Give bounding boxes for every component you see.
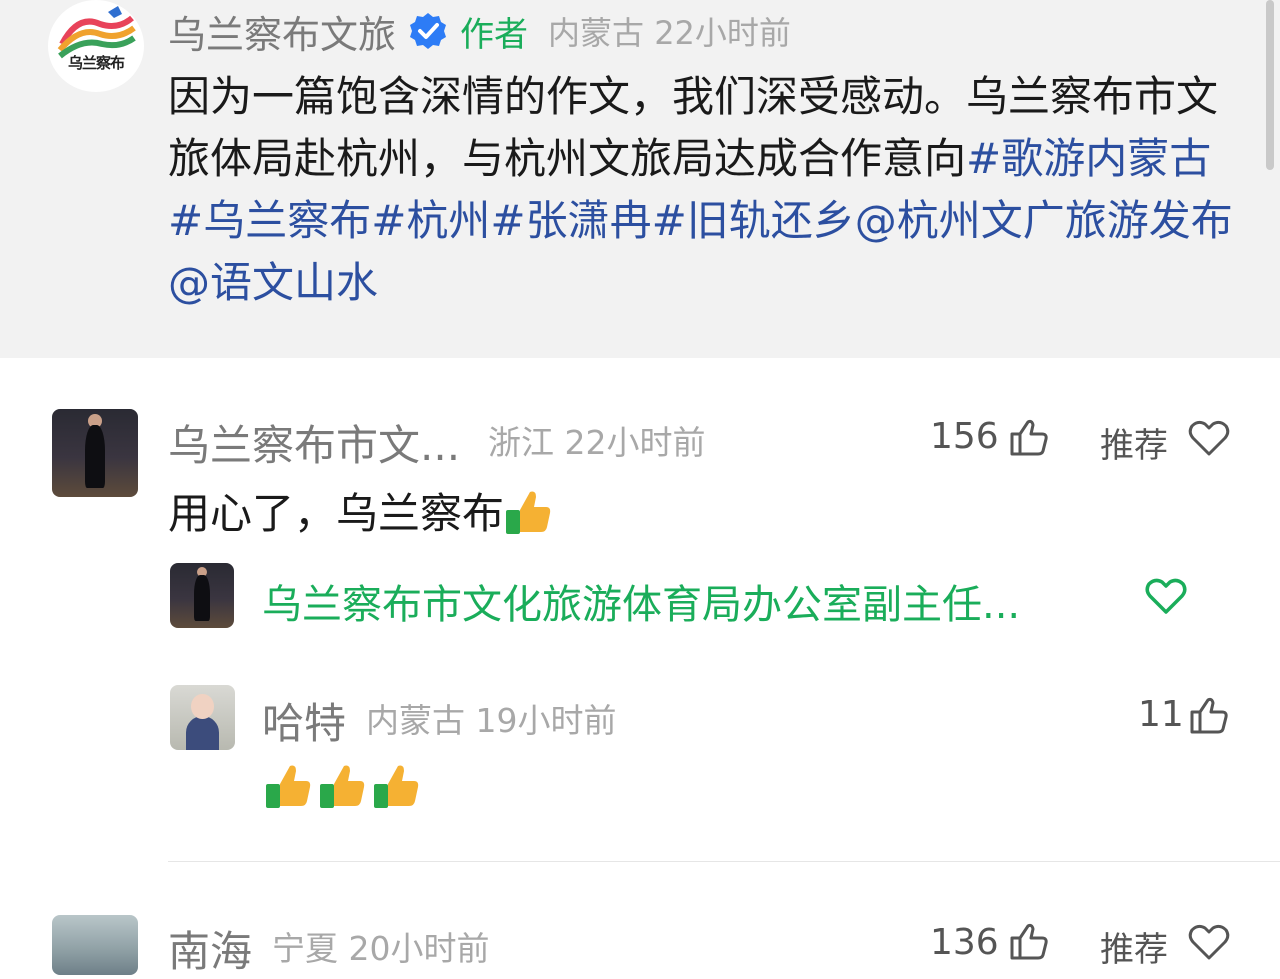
thumbs-up-icon[interactable] [1188, 694, 1230, 736]
author-avatar[interactable]: 乌兰察布 [48, 0, 144, 92]
like-count: 156 [930, 416, 999, 457]
logo-label: 乌兰察布 [67, 54, 125, 72]
comment-text [264, 762, 420, 810]
thumbs-up-emoji [506, 491, 551, 534]
author-header: 乌兰察布文旅 作者 内蒙古 22小时前 [168, 4, 791, 59]
thumbs-up-emoji [374, 765, 419, 808]
scrollbar[interactable] [1266, 0, 1274, 170]
comment-avatar[interactable] [52, 915, 138, 975]
reply-avatar[interactable] [170, 563, 234, 628]
post-text: 因为一篇饱含深情的作文，我们深受感动。乌兰察布市文旅体局赴杭州，与杭州文旅局达成… [168, 66, 1238, 314]
comment-author-name[interactable]: 哈特 [262, 690, 346, 751]
recommend-label[interactable]: 推荐 [1100, 922, 1168, 971]
author-name[interactable]: 乌兰察布文旅 [168, 4, 396, 59]
comment-text-content: 用心了，乌兰察布 [168, 489, 505, 538]
comment-meta: 内蒙古 19小时前 [366, 701, 617, 740]
thumbs-up-icon[interactable] [1008, 416, 1050, 458]
reply-preview[interactable]: 乌兰察布市文化旅游体育局办公室副主任... [262, 572, 1020, 630]
thumbs-up-emoji [320, 765, 365, 808]
comment-text: 用心了，乌兰察布 [168, 480, 552, 541]
comment-meta: 浙江 22小时前 [488, 423, 706, 462]
comment-author-name[interactable]: 南海 [168, 918, 252, 979]
comment-meta: 宁夏 20小时前 [272, 929, 490, 968]
author-post: 乌兰察布 乌兰察布文旅 作者 内蒙古 22小时前 因为一篇饱含深情的作文，我们深… [0, 0, 1280, 358]
comment-author-name[interactable]: 乌兰察布市文... [168, 412, 460, 473]
author-tag: 作者 [460, 14, 529, 55]
verified-icon [410, 13, 447, 49]
heart-icon[interactable] [1144, 576, 1188, 616]
author-meta: 内蒙古 22小时前 [548, 14, 791, 52]
heart-icon[interactable] [1188, 922, 1230, 962]
comment-avatar[interactable] [52, 409, 138, 497]
author-logo-icon [57, 6, 136, 59]
divider [168, 861, 1280, 862]
like-count: 136 [930, 922, 999, 963]
thumbs-up-icon[interactable] [1008, 920, 1050, 962]
thumbs-up-emoji [266, 765, 311, 808]
like-count: 11 [1138, 694, 1184, 735]
comment-avatar[interactable] [170, 685, 235, 750]
recommend-label[interactable]: 推荐 [1100, 418, 1168, 467]
heart-icon[interactable] [1188, 418, 1230, 458]
